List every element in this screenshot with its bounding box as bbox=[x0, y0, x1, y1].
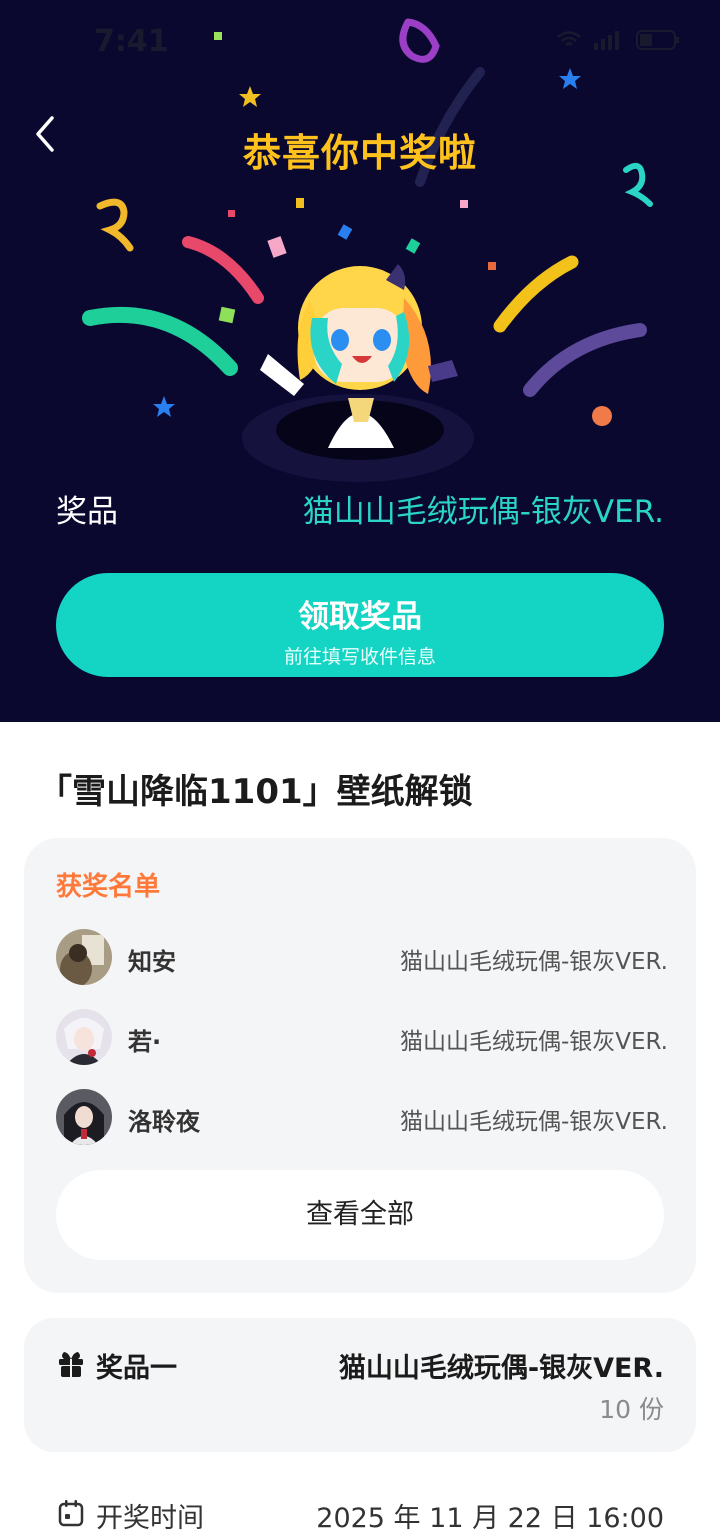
prize-label: 奖品 bbox=[56, 494, 118, 530]
view-all-button[interactable]: 查看全部 bbox=[56, 1170, 664, 1260]
hero-title: 恭喜你中奖啦 bbox=[242, 131, 477, 175]
claim-button-title: 领取奖品 bbox=[298, 599, 422, 635]
winner-row: 知安 猫山山毛绒玩偶-银灰VER. bbox=[56, 929, 668, 987]
claim-prize-button[interactable]: 领取奖品 前往填写收件信息 bbox=[56, 573, 664, 677]
winner-name: 知安 bbox=[128, 948, 176, 976]
calendar-icon bbox=[58, 1500, 84, 1527]
draw-time-row: 开奖时间 2025 年 11 月 22 日 16:00 bbox=[24, 1490, 696, 1536]
avatar bbox=[56, 929, 112, 985]
avatar bbox=[56, 1009, 112, 1065]
prize-quantity: 10 份 bbox=[599, 1395, 664, 1424]
prize-tier: 奖品一 bbox=[96, 1353, 177, 1384]
wifi-icon bbox=[557, 31, 581, 46]
winners-heading: 获奖名单 bbox=[56, 872, 161, 902]
status-icons bbox=[556, 28, 680, 52]
status-bar: 7:41 bbox=[0, 20, 720, 66]
winner-name: 洛聆夜 bbox=[128, 1108, 200, 1136]
gift-icon bbox=[59, 1352, 83, 1377]
winner-name: 若· bbox=[128, 1028, 162, 1056]
prize-name-highlight: 猫山山毛绒玩偶-银灰VER. bbox=[302, 494, 664, 530]
winner-prize: 猫山山毛绒玩偶-银灰VER. bbox=[399, 1029, 668, 1055]
mascot-illustration bbox=[242, 264, 474, 482]
winners-card: 获奖名单 知安 猫山山毛绒玩偶-银灰VER. 若· 猫山山毛绒玩偶-银灰VER. bbox=[24, 838, 696, 1293]
winner-row: 若· 猫山山毛绒玩偶-银灰VER. bbox=[56, 1009, 668, 1067]
claim-button-subtitle: 前往填写收件信息 bbox=[283, 646, 436, 668]
winner-row: 洛聆夜 猫山山毛绒玩偶-银灰VER. bbox=[56, 1089, 668, 1147]
prize-name: 猫山山毛绒玩偶-银灰VER. bbox=[338, 1353, 664, 1384]
prize-hero: 7:41 恭喜你中奖啦 奖品 猫山山毛绒玩偶-银灰VER. 领取奖品 前往填写收… bbox=[0, 0, 720, 722]
status-time: 7:41 bbox=[94, 24, 169, 59]
battery-icon bbox=[636, 30, 679, 50]
draw-time-label: 开奖时间 bbox=[96, 1503, 204, 1534]
winner-prize: 猫山山毛绒玩偶-银灰VER. bbox=[399, 1109, 668, 1135]
signal-icon bbox=[594, 31, 619, 50]
avatar bbox=[56, 1089, 112, 1145]
winner-prize: 猫山山毛绒玩偶-银灰VER. bbox=[399, 949, 668, 975]
event-title: 「雪山降临1101」壁纸解锁 bbox=[38, 772, 473, 812]
draw-time-value: 2025 年 11 月 22 日 16:00 bbox=[316, 1503, 664, 1534]
prize-info-card: 奖品一 猫山山毛绒玩偶-银灰VER. 10 份 bbox=[24, 1318, 696, 1452]
